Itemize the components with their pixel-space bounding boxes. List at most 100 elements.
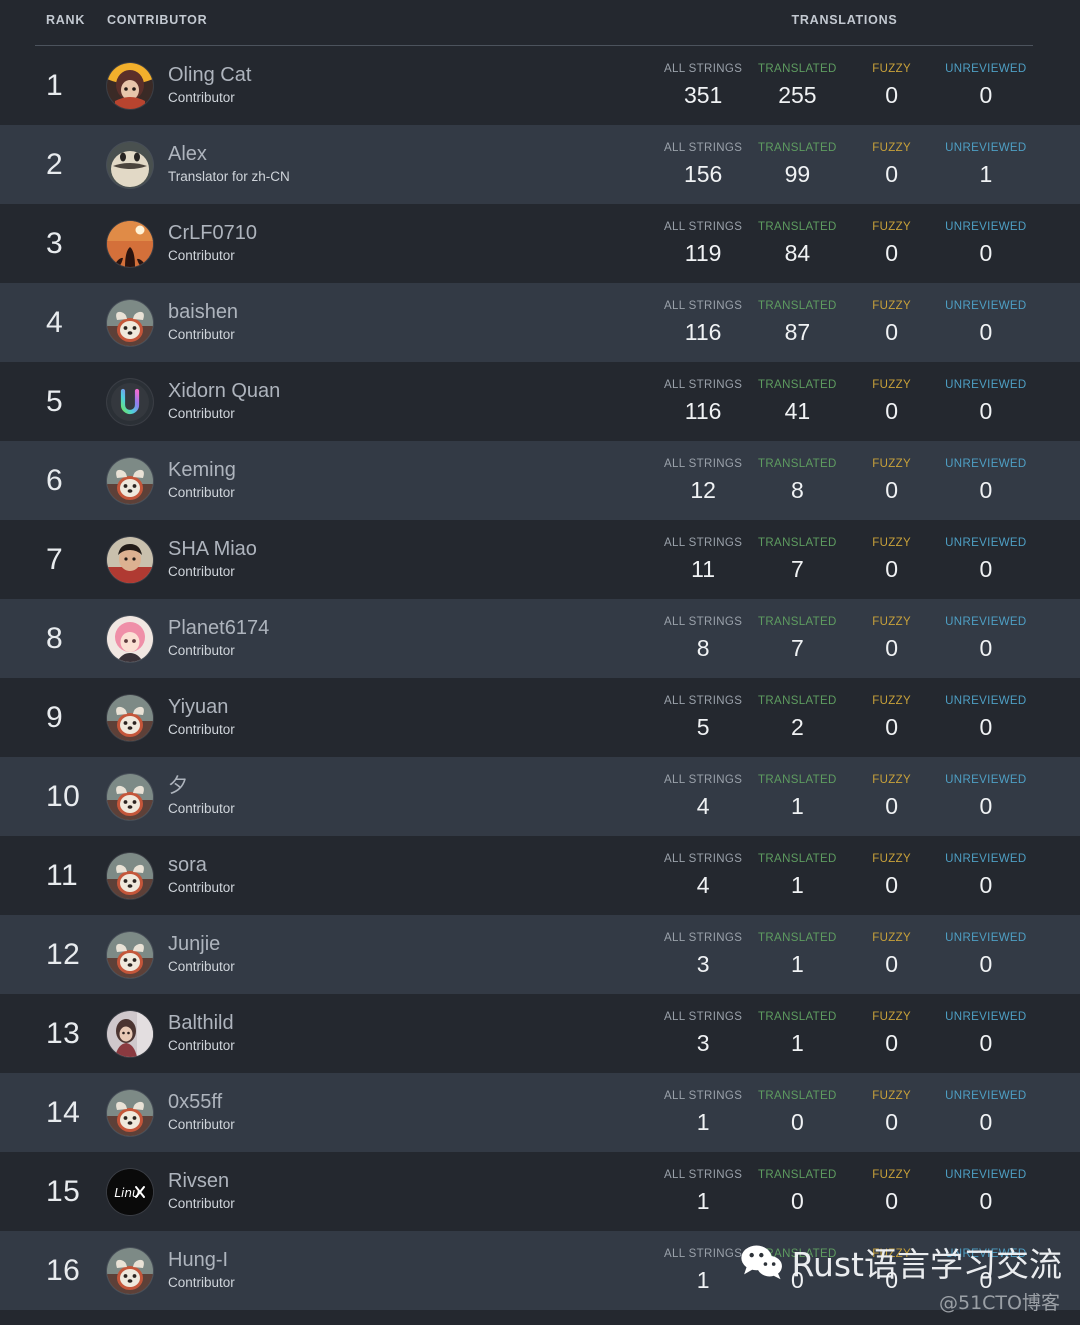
stat-label-translated: TRANSLATED — [758, 931, 837, 944]
stat-all-strings: ALL STRINGS 351 — [656, 63, 750, 108]
table-row[interactable]: 7 SHA Miao Contributor ALL STRINGS 11 TR… — [0, 520, 1080, 599]
stat-translated: TRANSLATED 0 — [750, 1248, 844, 1293]
contributor-identity[interactable]: sora Contributor — [168, 854, 388, 897]
stat-value-fuzzy: 0 — [885, 872, 899, 899]
stat-unreviewed: UNREVIEWED 0 — [939, 537, 1033, 582]
table-row[interactable]: 8 Planet6174 Contributor ALL STRINGS 8 T… — [0, 599, 1080, 678]
contributor-role: Contributor — [168, 248, 235, 264]
stat-unreviewed: UNREVIEWED 0 — [939, 379, 1033, 424]
stat-label-translated: TRANSLATED — [758, 378, 837, 391]
table-row[interactable]: 11 sora Contributor ALL STRINGS 4 TRANSL… — [0, 836, 1080, 915]
stat-value-translated: 255 — [778, 82, 817, 109]
contributor-identity[interactable]: Balthild Contributor — [168, 1012, 388, 1055]
stat-value-fuzzy: 0 — [885, 398, 899, 425]
contributor-identity[interactable]: Alex Translator for zh-CN — [168, 143, 388, 186]
table-row[interactable]: 4 baishen Contributor ALL STRINGS 116 TR… — [0, 283, 1080, 362]
contributor-identity[interactable]: Rivsen Contributor — [168, 1170, 388, 1213]
contributor-name: Planet6174 — [168, 617, 270, 640]
stat-translated: TRANSLATED 8 — [750, 458, 844, 503]
stat-fuzzy: FUZZY 0 — [845, 537, 939, 582]
contributor-name: Rivsen — [168, 1170, 230, 1193]
anime-photo-avatar — [107, 1010, 153, 1057]
rank-number: 1 — [46, 68, 64, 102]
red-panda-avatar — [107, 773, 153, 820]
table-row[interactable]: 10 夕 Contributor ALL STRINGS 4 TRANSLATE… — [0, 757, 1080, 836]
stat-label-translated: TRANSLATED — [758, 1089, 837, 1102]
stat-label-all-strings: ALL STRINGS — [664, 378, 743, 391]
stat-value-translated: 7 — [790, 635, 804, 662]
red-panda-avatar — [107, 457, 153, 504]
table-row[interactable]: 16 Hung-I Contributor ALL STRINGS 1 TRAN… — [0, 1231, 1080, 1310]
stat-fuzzy: FUZZY 0 — [845, 853, 939, 899]
contributor-identity[interactable]: 0x55ff Contributor — [168, 1091, 388, 1134]
stat-value-fuzzy: 0 — [885, 82, 899, 109]
avatar — [107, 536, 153, 583]
rank-number: 13 — [46, 1016, 81, 1050]
contributor-name: Xidorn Quan — [168, 380, 281, 403]
stat-label-fuzzy: FUZZY — [872, 378, 912, 391]
contributor-identity[interactable]: SHA Miao Contributor — [168, 538, 388, 581]
stat-label-fuzzy: FUZZY — [872, 1010, 912, 1023]
table-row[interactable]: 2 Alex Translator for zh-CN ALL STRINGS … — [0, 125, 1080, 204]
contributor-identity[interactable]: CrLF0710 Contributor — [168, 222, 388, 265]
contributor-identity[interactable]: Planet6174 Contributor — [168, 617, 388, 660]
stat-unreviewed: UNREVIEWED 0 — [939, 1090, 1033, 1135]
table-row[interactable]: 13 Balthild Contributor ALL STRINGS 3 TR… — [0, 994, 1080, 1073]
translation-stats: ALL STRINGS 8 TRANSLATED 7 FUZZY 0 UNREV… — [656, 615, 1033, 662]
stat-label-unreviewed: UNREVIEWED — [945, 457, 1027, 470]
stat-label-all-strings: ALL STRINGS — [664, 536, 743, 549]
contributor-identity[interactable]: 夕 Contributor — [168, 775, 388, 818]
stat-translated: TRANSLATED 84 — [750, 221, 844, 266]
stat-fuzzy: FUZZY 0 — [845, 773, 939, 819]
contributor-identity[interactable]: Xidorn Quan Contributor — [168, 380, 388, 423]
column-header-contributor: CONTRIBUTOR — [107, 13, 208, 27]
stat-value-translated: 0 — [790, 1109, 804, 1136]
stat-label-unreviewed: UNREVIEWED — [945, 931, 1027, 944]
stat-unreviewed: UNREVIEWED 0 — [939, 457, 1033, 503]
stat-translated: TRANSLATED 1 — [750, 774, 844, 820]
stat-label-fuzzy: FUZZY — [872, 1168, 912, 1181]
stat-label-unreviewed: UNREVIEWED — [945, 773, 1027, 786]
rank-number: 16 — [46, 1253, 81, 1287]
stat-label-unreviewed: UNREVIEWED — [945, 220, 1027, 233]
contributor-identity[interactable]: Keming Contributor — [168, 459, 388, 502]
stat-unreviewed: UNREVIEWED 0 — [939, 1248, 1033, 1293]
stat-unreviewed: UNREVIEWED 0 — [939, 616, 1033, 661]
table-row[interactable]: 6 Keming Contributor ALL STRINGS 12 TRAN… — [0, 441, 1080, 520]
table-row[interactable]: 3 CrLF0710 Contributor ALL STRINGS 119 T… — [0, 204, 1080, 283]
translation-stats: ALL STRINGS 116 TRANSLATED 87 FUZZY 0 UN… — [656, 300, 1033, 345]
contributor-name: Junjie — [168, 933, 221, 956]
stat-label-all-strings: ALL STRINGS — [664, 615, 743, 628]
stat-label-translated: TRANSLATED — [758, 62, 837, 75]
contributor-identity[interactable]: Yiyuan Contributor — [168, 696, 388, 739]
stat-value-fuzzy: 0 — [885, 951, 899, 978]
stat-value-translated: 99 — [784, 161, 811, 188]
stat-label-fuzzy: FUZZY — [872, 773, 912, 786]
stat-label-fuzzy: FUZZY — [872, 141, 912, 154]
table-row[interactable]: 1 Oling Cat Contributor ALL STRINGS 351 — [0, 46, 1080, 125]
anime-girl-orange-avatar — [107, 62, 153, 109]
translation-stats: ALL STRINGS 4 TRANSLATED 1 FUZZY 0 UNREV… — [656, 773, 1033, 820]
avatar — [107, 378, 153, 425]
table-row[interactable]: 9 Yiyuan Contributor ALL STRINGS 5 TRANS… — [0, 678, 1080, 757]
stat-value-translated: 1 — [790, 793, 804, 820]
contributor-identity[interactable]: baishen Contributor — [168, 301, 388, 344]
contributor-identity[interactable]: Junjie Contributor — [168, 933, 388, 976]
table-row[interactable]: 5 Xidorn Quan Contributor ALL STRINGS 11… — [0, 362, 1080, 441]
table-row[interactable]: 12 Junjie Contributor ALL STRINGS 3 TRAN… — [0, 915, 1080, 994]
stat-value-unreviewed: 0 — [979, 1030, 993, 1057]
leaderboard-table: RANK CONTRIBUTOR TRANSLATIONS 1 Oling Ca… — [0, 0, 1080, 1310]
stat-label-fuzzy: FUZZY — [872, 1247, 912, 1260]
translation-stats: ALL STRINGS 156 TRANSLATED 99 FUZZY 0 UN… — [656, 141, 1033, 188]
stat-fuzzy: FUZZY 0 — [845, 932, 939, 978]
stat-value-translated: 1 — [790, 872, 804, 899]
contributor-role: Contributor — [168, 722, 235, 738]
contributor-identity[interactable]: Oling Cat Contributor — [168, 64, 388, 107]
stat-value-translated: 2 — [790, 714, 804, 741]
contributor-identity[interactable]: Hung-I Contributor — [168, 1249, 388, 1292]
table-row[interactable]: 15 Linu Rivsen Contributor ALL STRINGS 1… — [0, 1152, 1080, 1231]
table-row[interactable]: 14 0x55ff Contributor ALL STRINGS 1 TRAN… — [0, 1073, 1080, 1152]
stat-unreviewed: UNREVIEWED 0 — [939, 220, 1033, 266]
stat-value-translated: 41 — [784, 398, 811, 425]
rank-number: 4 — [46, 305, 64, 339]
